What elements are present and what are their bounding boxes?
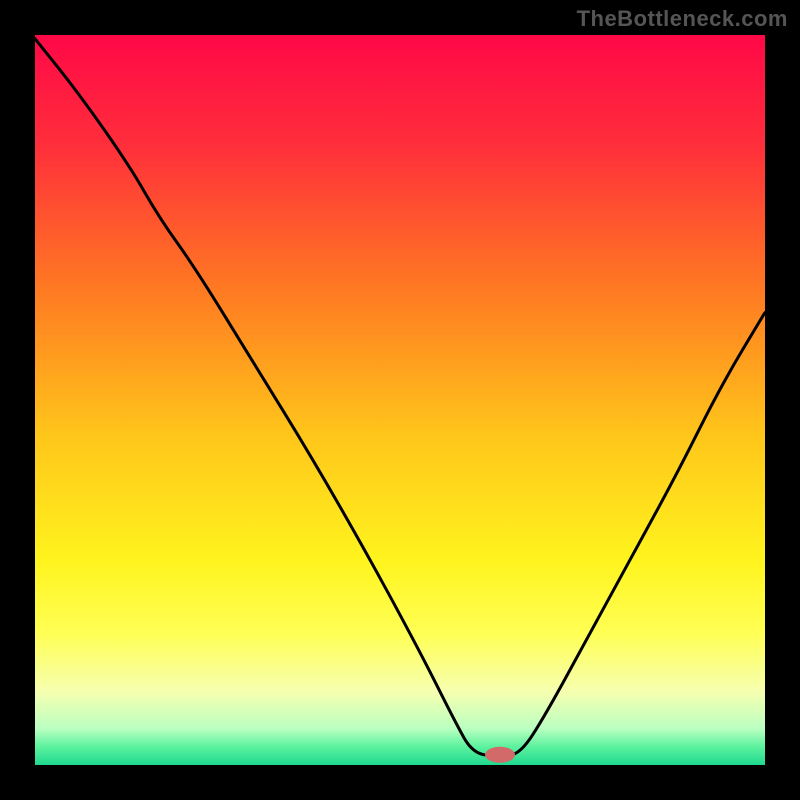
bottleneck-chart [0, 0, 800, 800]
bottleneck-marker [485, 747, 515, 763]
plot-area [35, 35, 765, 765]
watermark-label: TheBottleneck.com [577, 6, 788, 32]
chart-frame: TheBottleneck.com [0, 0, 800, 800]
